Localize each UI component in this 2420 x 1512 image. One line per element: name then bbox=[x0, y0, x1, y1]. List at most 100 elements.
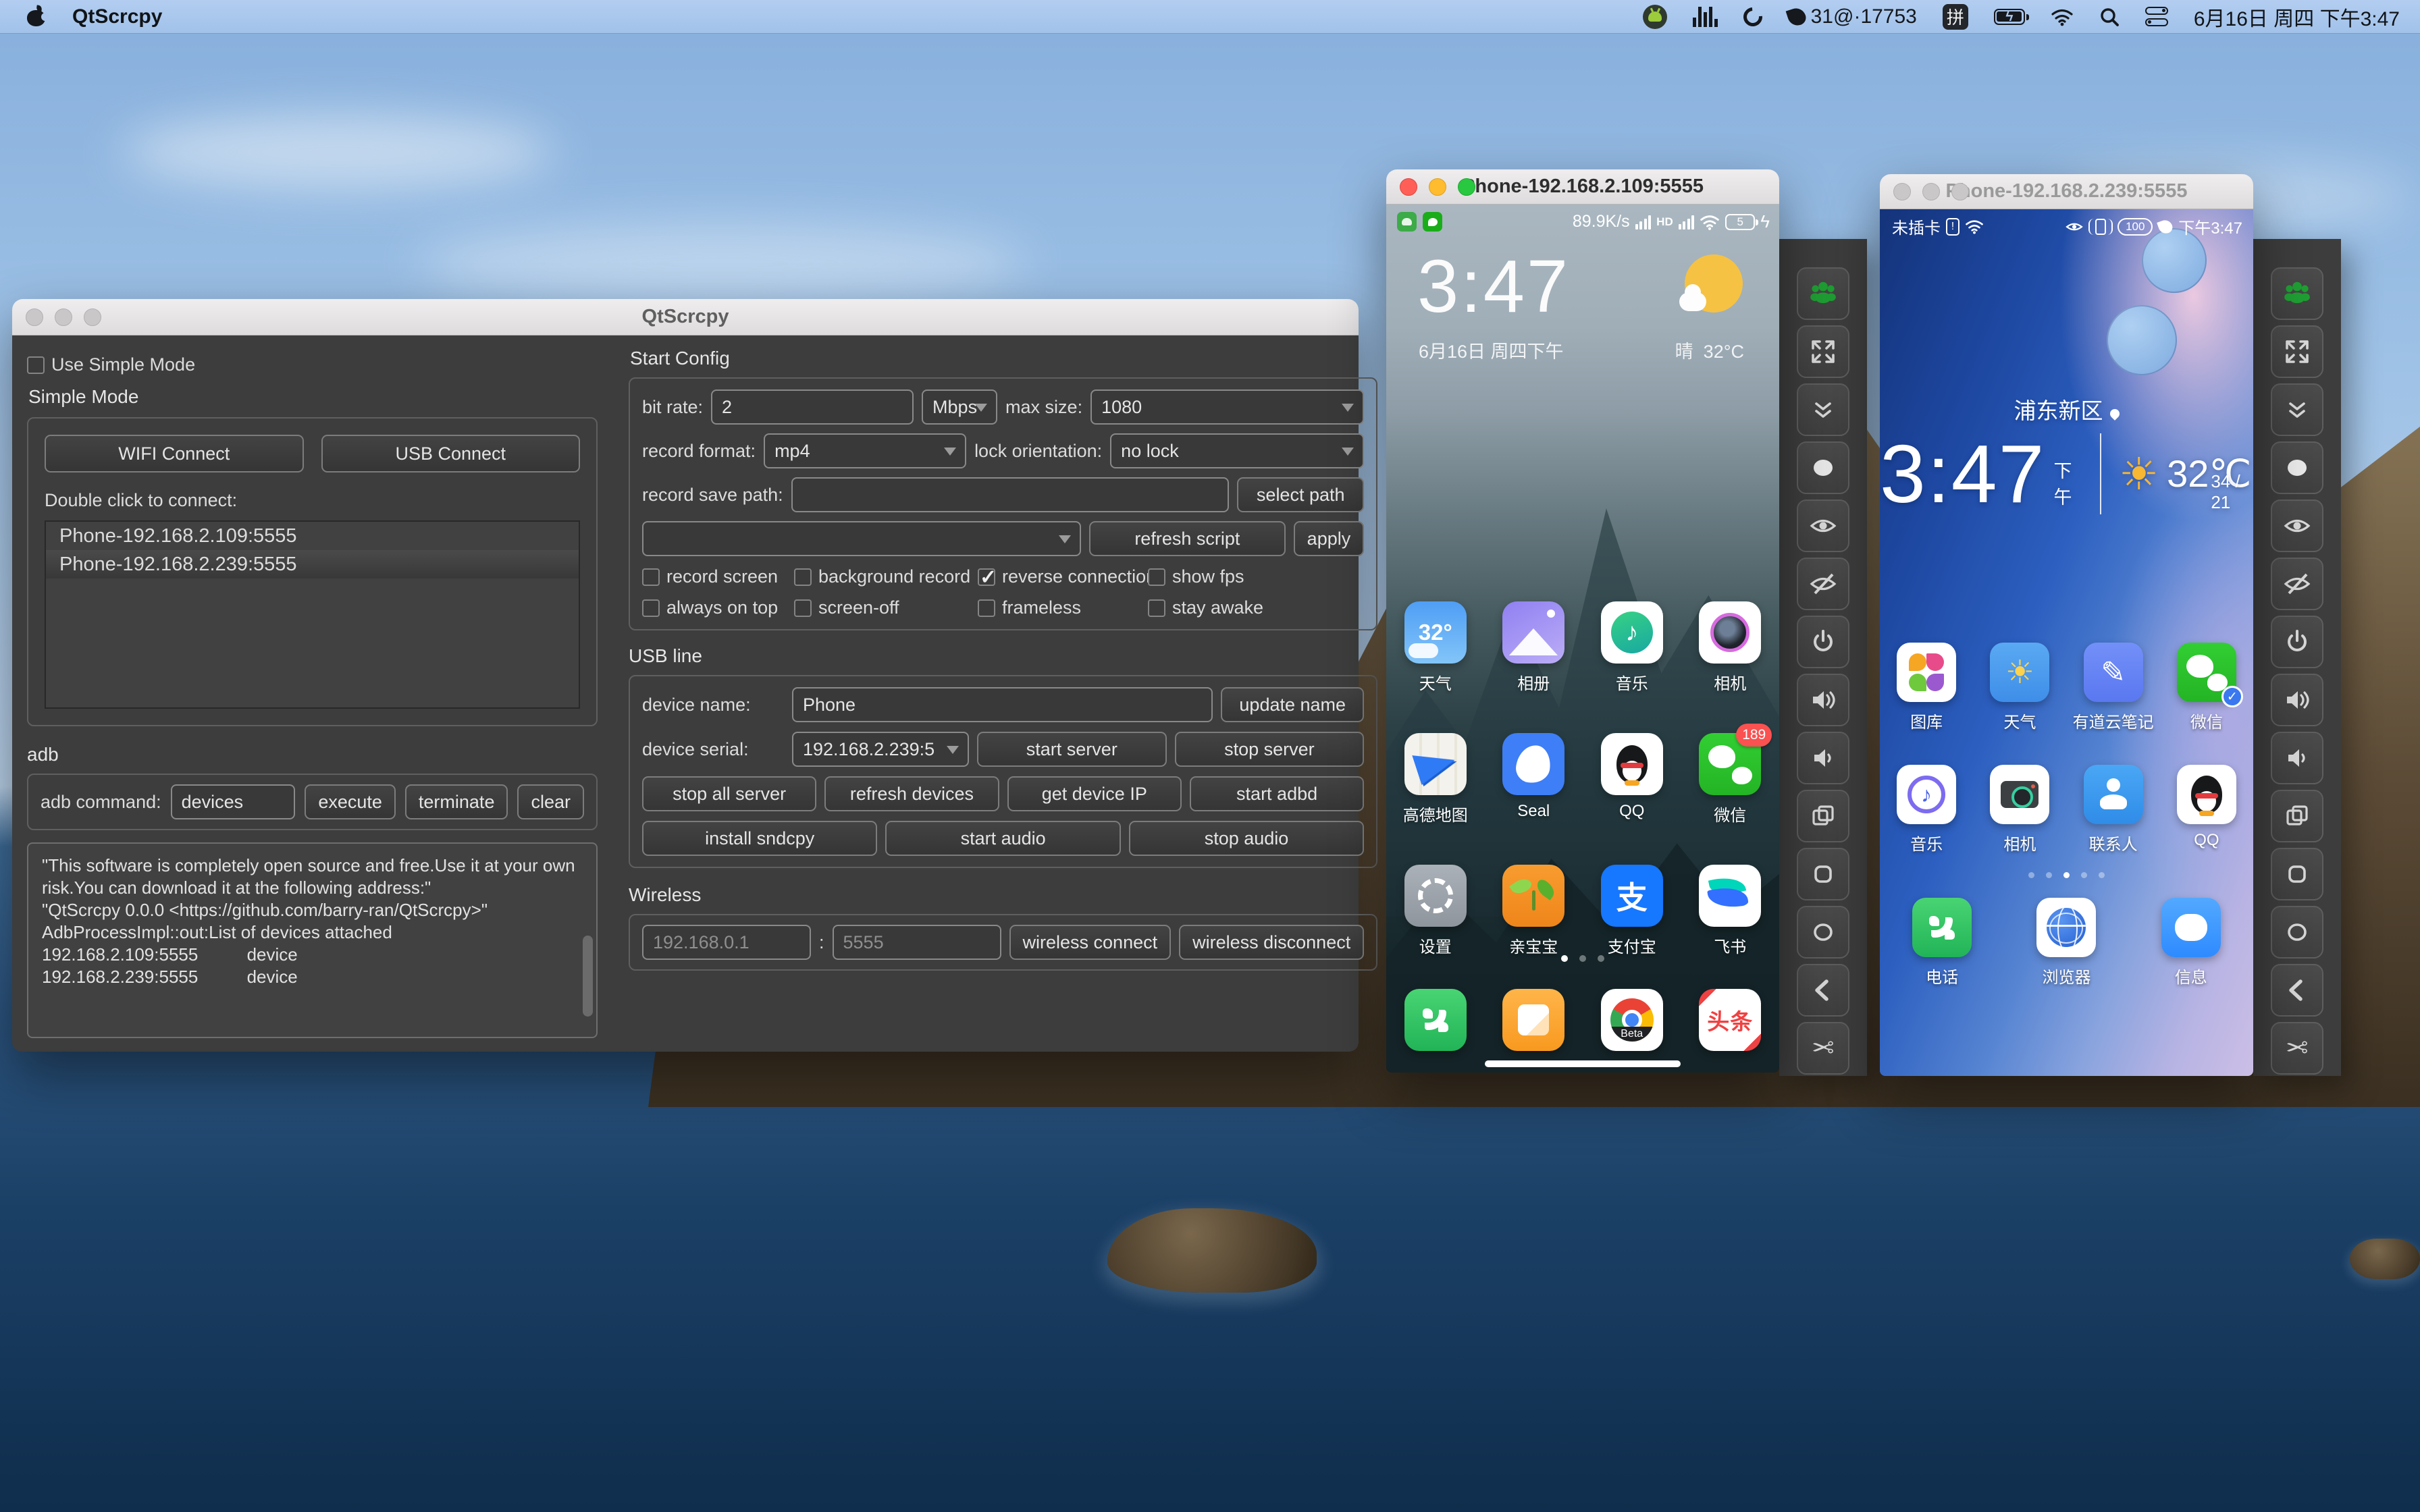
dock-chrome[interactable]: Beta bbox=[1600, 989, 1663, 1051]
install-sndcpy-button[interactable]: install sndcpy bbox=[642, 821, 878, 856]
home-button[interactable] bbox=[1797, 906, 1849, 959]
wifi-menu-icon[interactable] bbox=[2051, 5, 2074, 28]
android-menu-icon[interactable] bbox=[1643, 4, 1668, 29]
phone1-title-bar[interactable]: Phone-192.168.2.109:5555 bbox=[1386, 169, 1779, 205]
app-seal[interactable]: Seal bbox=[1502, 733, 1565, 826]
adb-command-input[interactable]: devices bbox=[170, 784, 296, 819]
volume-up-button[interactable] bbox=[2271, 674, 2323, 726]
app-music[interactable]: 音乐 bbox=[1897, 765, 1957, 855]
app-wechat[interactable]: 微信 bbox=[2176, 643, 2243, 732]
app-alipay[interactable]: 支支付宝 bbox=[1600, 865, 1663, 957]
phone1-screen[interactable]: 89.9K/s HD 5 3:47 6月16日 周四下午 晴 32°C 32° 天… bbox=[1386, 205, 1779, 1073]
close-button[interactable] bbox=[1400, 178, 1417, 196]
app-switch-button[interactable] bbox=[1797, 790, 1849, 842]
start-audio-button[interactable]: start audio bbox=[885, 821, 1121, 856]
stop-all-server-button[interactable]: stop all server bbox=[642, 776, 817, 811]
stop-audio-button[interactable]: stop audio bbox=[1128, 821, 1365, 856]
apply-button[interactable]: apply bbox=[1293, 521, 1365, 556]
app-contacts[interactable]: 联系人 bbox=[2083, 765, 2143, 855]
close-button[interactable] bbox=[1893, 182, 1911, 200]
equalizer-menu-icon[interactable] bbox=[1693, 6, 1718, 27]
app-camera[interactable]: 相机 bbox=[1699, 601, 1762, 694]
weather-widget[interactable]: 晴 32°C bbox=[1675, 337, 1744, 363]
close-button[interactable] bbox=[26, 308, 43, 326]
zoom-button[interactable] bbox=[1458, 178, 1475, 196]
phone2-title-bar[interactable]: Phone-192.168.2.239:5555 bbox=[1880, 174, 2253, 209]
wireless-disconnect-button[interactable]: wireless disconnect bbox=[1179, 925, 1365, 960]
touch-button[interactable] bbox=[2271, 441, 2323, 494]
expand-notification-button[interactable] bbox=[2271, 383, 2323, 436]
volume-down-button[interactable] bbox=[1797, 732, 1849, 784]
active-app-name[interactable]: QtScrcpy bbox=[72, 5, 162, 28]
bit-rate-unit-select[interactable]: Mbps bbox=[922, 389, 998, 425]
start-server-button[interactable]: start server bbox=[977, 732, 1167, 767]
refresh-devices-button[interactable]: refresh devices bbox=[824, 776, 999, 811]
dock-messages[interactable]: 信息 bbox=[2161, 898, 2221, 988]
app-settings[interactable]: 设置 bbox=[1404, 865, 1467, 957]
device-name-input[interactable]: Phone bbox=[792, 687, 1213, 722]
reverse-connection-checkbox[interactable]: reverse connection bbox=[978, 566, 1148, 587]
app-youdao-note[interactable]: 有道云笔记 bbox=[2073, 643, 2154, 732]
app-camera[interactable]: 相机 bbox=[1990, 765, 2050, 855]
always-on-top-checkbox[interactable]: always on top bbox=[642, 597, 794, 618]
lock-orientation-select[interactable]: no lock bbox=[1110, 433, 1365, 468]
volume-down-button[interactable] bbox=[2271, 732, 2323, 784]
power-button[interactable] bbox=[2271, 616, 2323, 668]
screen-off-button[interactable] bbox=[1797, 558, 1849, 610]
background-record-checkbox[interactable]: background record bbox=[794, 566, 978, 587]
fullscreen-button[interactable] bbox=[1797, 325, 1849, 378]
home-indicator[interactable] bbox=[1485, 1060, 1681, 1067]
record-format-select[interactable]: mp4 bbox=[764, 433, 967, 468]
app-weather[interactable]: 天气 bbox=[1990, 643, 2050, 732]
record-screen-checkbox[interactable]: record screen bbox=[642, 566, 794, 587]
dock-phone[interactable]: 电话 bbox=[1912, 898, 1972, 988]
update-name-button[interactable]: update name bbox=[1221, 687, 1365, 722]
minimize-button[interactable] bbox=[55, 308, 72, 326]
device-list[interactable]: Phone-192.168.2.109:5555 Phone-192.168.2… bbox=[45, 520, 580, 709]
app-qq[interactable]: QQ bbox=[1600, 733, 1663, 826]
execute-button[interactable]: execute bbox=[305, 784, 396, 819]
screenshot-button[interactable] bbox=[1797, 1022, 1849, 1075]
dock-browser[interactable]: 浏览器 bbox=[2036, 898, 2097, 988]
screenshot-button[interactable] bbox=[2271, 1022, 2323, 1075]
app-qinbaobao[interactable]: 亲宝宝 bbox=[1502, 865, 1565, 957]
control-center-icon[interactable] bbox=[2145, 5, 2168, 28]
group-control-button[interactable] bbox=[2271, 267, 2323, 320]
refresh-script-button[interactable]: refresh script bbox=[1089, 521, 1286, 556]
max-size-select[interactable]: 1080 bbox=[1090, 389, 1365, 425]
menu-bar-clock[interactable]: 6月16日 周四 下午3:47 bbox=[2194, 2, 2400, 32]
device-serial-select[interactable]: 192.168.2.239:5 bbox=[792, 732, 969, 767]
record-save-path-input[interactable] bbox=[791, 477, 1230, 512]
script-select[interactable] bbox=[642, 521, 1081, 556]
start-adbd-button[interactable]: start adbd bbox=[1189, 776, 1365, 811]
adb-log-output[interactable]: "This software is completely open source… bbox=[27, 842, 598, 1038]
clock-weather-widget[interactable]: 3:47 下午 32℃ 34 / 21 bbox=[1880, 427, 2253, 521]
screen-on-button[interactable] bbox=[1797, 500, 1849, 552]
menu-button[interactable] bbox=[2271, 848, 2323, 900]
stop-server-button[interactable]: stop server bbox=[1174, 732, 1365, 767]
back-button[interactable] bbox=[2271, 964, 2323, 1017]
app-music[interactable]: 音乐 bbox=[1600, 601, 1663, 694]
wireless-ip-input[interactable]: 192.168.0.1 bbox=[642, 925, 811, 960]
dock-toutiao[interactable]: 头条 bbox=[1699, 989, 1762, 1051]
wireless-port-input[interactable]: 5555 bbox=[832, 925, 1001, 960]
expand-notification-button[interactable] bbox=[1797, 383, 1849, 436]
network-monitor-item[interactable]: 31@·17753 bbox=[1785, 5, 1917, 28]
group-control-button[interactable] bbox=[1797, 267, 1849, 320]
clear-button[interactable]: clear bbox=[517, 784, 584, 819]
app-switch-button[interactable] bbox=[2271, 790, 2323, 842]
get-device-ip-button[interactable]: get device IP bbox=[1007, 776, 1182, 811]
bit-rate-input[interactable]: 2 bbox=[711, 389, 914, 425]
wireless-connect-button[interactable]: wireless connect bbox=[1009, 925, 1172, 960]
zoom-button[interactable] bbox=[84, 308, 101, 326]
dock-phone[interactable] bbox=[1404, 989, 1467, 1051]
device-list-item[interactable]: Phone-192.168.2.109:5555 bbox=[46, 522, 579, 550]
scrollbar-thumb[interactable] bbox=[583, 936, 593, 1017]
show-fps-checkbox[interactable]: show fps bbox=[1148, 566, 1364, 587]
input-method-icon[interactable]: 拼 bbox=[1942, 3, 1968, 30]
frameless-checkbox[interactable]: frameless bbox=[978, 597, 1148, 618]
fullscreen-button[interactable] bbox=[2271, 325, 2323, 378]
device-list-item[interactable]: Phone-192.168.2.239:5555 bbox=[46, 550, 579, 578]
spotlight-search-icon[interactable] bbox=[2099, 5, 2120, 28]
minimize-button[interactable] bbox=[1922, 182, 1940, 200]
